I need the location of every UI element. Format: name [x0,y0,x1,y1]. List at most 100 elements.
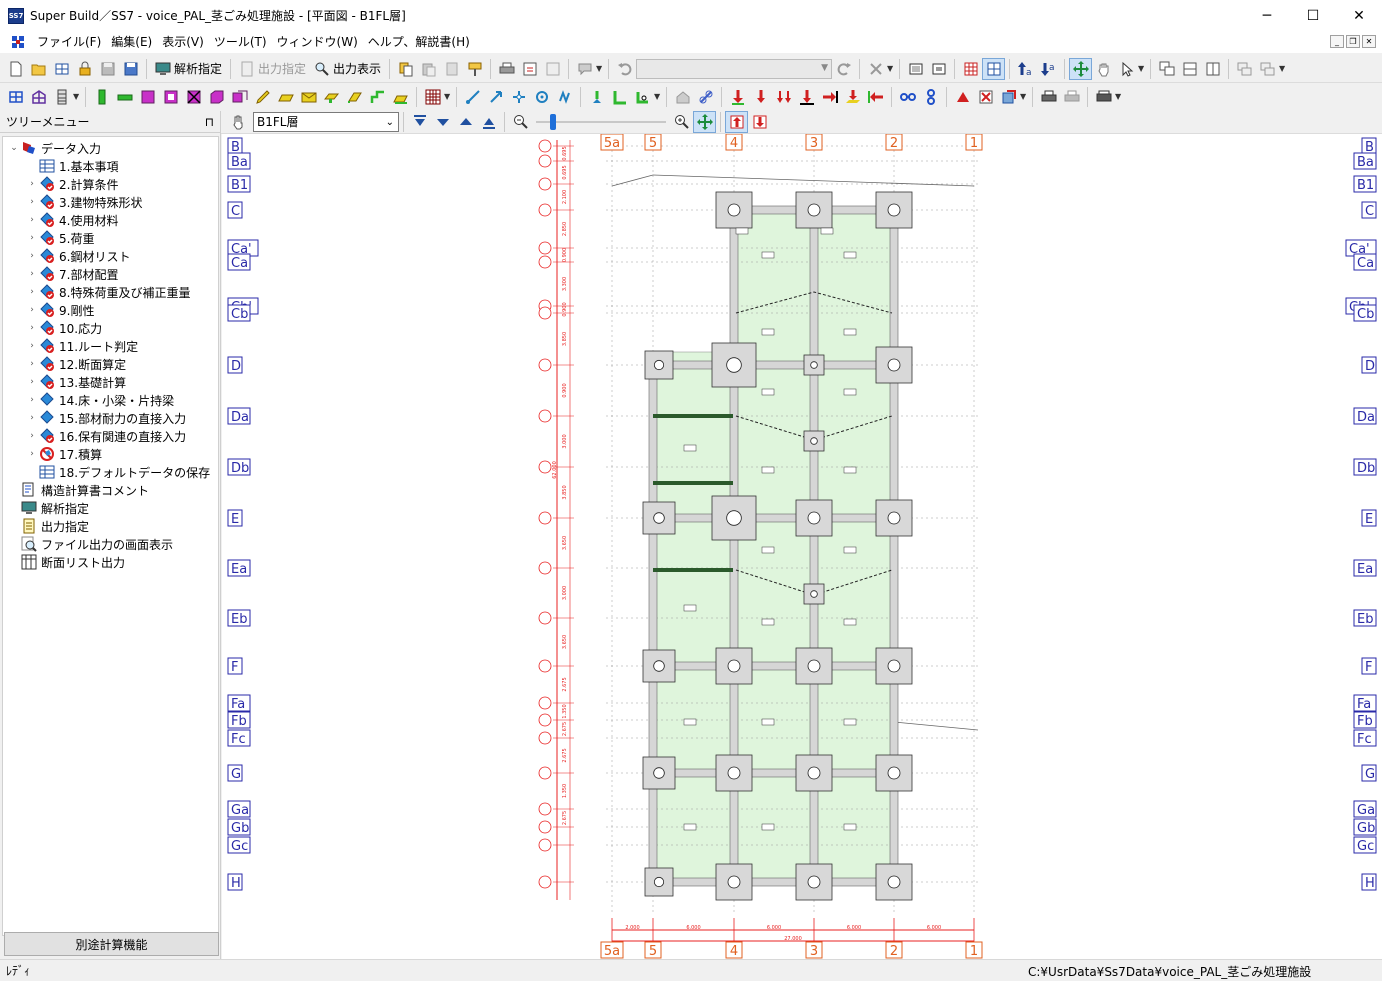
tree-item[interactable]: › 2.計算条件 [27,175,118,193]
load-house-button[interactable] [671,86,694,108]
minimize-button[interactable]: ─ [1244,0,1290,31]
tree-item[interactable]: › 8.特殊荷重及び補正重量 [27,283,190,301]
chevron-down-icon[interactable]: ▼ [1020,92,1028,101]
grid-button[interactable] [959,58,982,80]
analysis-spec-button[interactable]: 解析指定 [151,58,226,80]
delete-button[interactable] [864,58,887,80]
chevron-down-icon[interactable]: ▼ [444,92,452,101]
tile-v-button[interactable] [1201,58,1224,80]
plot-button[interactable] [1092,86,1115,108]
output-display-button[interactable]: 出力表示 [310,58,385,80]
cantilever-button[interactable] [343,86,366,108]
view-frame-button[interactable] [927,58,950,80]
open-file-button[interactable] [27,58,50,80]
paste-button[interactable] [417,58,440,80]
chevron-right-icon[interactable]: › [27,395,37,405]
tree-item[interactable]: › 12.断面算定 [27,355,126,373]
copy-button[interactable] [394,58,417,80]
load-case-button[interactable] [997,86,1020,108]
chevron-right-icon[interactable]: › [27,323,37,333]
load-beam-button[interactable] [795,86,818,108]
tree-item[interactable]: › 14.床・小梁・片持梁 [27,391,174,409]
zoom-out-button[interactable] [509,111,532,133]
tree-item[interactable]: › 9.剛性 [27,301,94,319]
floor-bottom-button[interactable] [477,111,500,133]
node-spring-button[interactable] [553,86,576,108]
pin-end-button[interactable] [631,86,654,108]
parapet-button[interactable] [389,86,412,108]
load-dist-button[interactable] [772,86,795,108]
remove-load-button[interactable] [974,86,997,108]
grid-toggle-button[interactable] [982,57,1006,80]
document-window-icon[interactable] [10,34,26,50]
girder-button[interactable] [320,86,343,108]
wall-opening-button[interactable] [159,86,182,108]
node-move-button[interactable] [461,86,484,108]
load-link-button[interactable] [694,86,717,108]
support-button[interactable] [585,86,608,108]
cascade-button[interactable] [1155,58,1178,80]
load-point-button[interactable] [749,86,772,108]
zoom-slider[interactable] [536,112,666,132]
tree-item[interactable]: 構造計算書コメント [9,481,149,499]
chevron-right-icon[interactable]: › [27,287,37,297]
triangle-button[interactable] [951,86,974,108]
output-spec-button[interactable]: 出力指定 [235,58,310,80]
fixed-end-button[interactable] [608,86,631,108]
chain-v-button[interactable] [919,86,942,108]
load-down-button[interactable] [726,86,749,108]
load-view-down-button[interactable] [748,111,771,133]
chain-h-button[interactable] [896,86,919,108]
print-preview-button[interactable] [518,58,541,80]
menu-file[interactable]: ファイル(F) [32,31,106,53]
chevron-down-icon[interactable]: ▼ [1279,64,1287,73]
frame-elev-button[interactable] [27,86,50,108]
comment-button[interactable] [573,58,596,80]
menu-help[interactable]: ヘルプ、解説書(H) [363,31,475,53]
floor-plan-drawing[interactable]: 0.695 0.695 2.100 2.850 0.900 3.300 0.900 3.850… [222,134,1382,959]
redo-button[interactable] [832,58,855,80]
opening-button[interactable] [297,86,320,108]
pan-view-button[interactable] [693,110,716,133]
load-right-button[interactable] [818,86,841,108]
plan-canvas[interactable]: 0.695 0.695 2.100 2.850 0.900 3.300 0.900 3.850… [222,134,1382,959]
beam-button[interactable] [113,86,136,108]
tree-item[interactable]: 18.デフォルトデータの保存 [27,463,210,481]
node-arrow-button[interactable] [484,86,507,108]
floor-up-button[interactable] [454,111,477,133]
tree-item[interactable]: 解析指定 [9,499,89,517]
tree-item[interactable]: › 17.積算 [27,445,102,463]
chevron-right-icon[interactable]: › [27,215,37,225]
separate-calc-button[interactable]: 別途計算機能 [4,932,219,956]
view-window-button[interactable] [904,58,927,80]
chevron-right-icon[interactable]: › [27,413,37,423]
chevron-right-icon[interactable]: › [27,197,37,207]
mdi-restore-button[interactable]: ❐ [1346,35,1360,48]
chevron-right-icon[interactable]: › [27,251,37,261]
tree-item[interactable]: 出力指定 [9,517,89,535]
undo-button[interactable] [613,58,636,80]
menu-edit[interactable]: 編集(E) [106,31,157,53]
chevron-right-icon[interactable]: › [27,341,37,351]
tree-item[interactable]: 断面リスト出力 [9,553,125,571]
frame-3d-button[interactable] [4,86,27,108]
new-file-button[interactable] [4,58,27,80]
undo-history-combo[interactable]: ▼ [636,58,833,79]
chevron-down-icon[interactable]: ⌄ [9,143,19,153]
tree-item[interactable]: › 4.使用材料 [27,211,118,229]
multi-slab-button[interactable] [228,86,251,108]
chevron-right-icon[interactable]: › [27,449,37,459]
floor-top-button[interactable] [408,111,431,133]
draw-line-button[interactable] [251,86,274,108]
menu-view[interactable]: 表示(V) [157,31,209,53]
chevron-right-icon[interactable]: › [27,269,37,279]
wall-button[interactable] [136,86,159,108]
floor-select[interactable]: B1FL層 ⌄ [253,111,399,132]
chevron-down-icon[interactable]: ▼ [1138,64,1146,73]
tree-item[interactable]: › 7.部材配置 [27,265,118,283]
chevron-right-icon[interactable]: › [27,431,37,441]
foundation-button[interactable] [274,86,297,108]
window-arrange-button[interactable] [1256,58,1279,80]
brace-button[interactable] [182,86,205,108]
chevron-down-icon[interactable]: ▼ [654,92,662,101]
